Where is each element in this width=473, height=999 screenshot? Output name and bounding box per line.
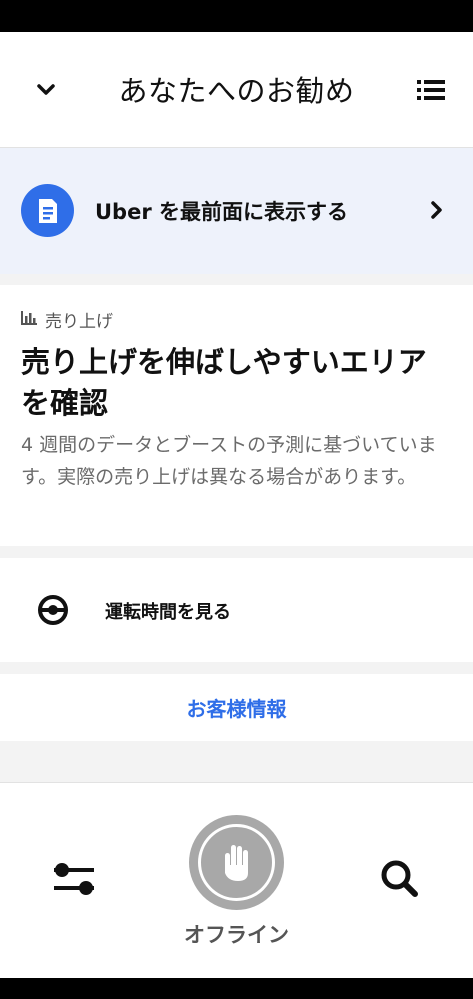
card-kicker: 売り上げ <box>21 307 113 332</box>
list-icon[interactable] <box>414 74 448 106</box>
card-body: 4 週間のデータとブーストの予測に基づいています。実際の売り上げは異なる場合があ… <box>21 434 437 488</box>
page-title: あなたへのお勧め <box>118 74 355 108</box>
drive-time-label: 運転時間を見る <box>105 602 231 623</box>
bring-to-front-label: Uber を最前面に表示する <box>95 200 348 224</box>
card-headline: 売り上げを伸ばしやすいエリアを確認 <box>21 345 427 420</box>
bring-to-front-banner[interactable]: Uber を最前面に表示する <box>0 148 473 274</box>
steering-wheel-icon <box>38 595 68 625</box>
card-kicker-label: 売り上げ <box>45 312 113 332</box>
status-bar <box>0 0 473 32</box>
search-icon[interactable] <box>378 857 420 899</box>
bar-chart-icon <box>21 310 37 330</box>
drive-time-row[interactable]: 運転時間を見る <box>0 558 473 662</box>
customer-info-link[interactable]: お客様情報 <box>0 693 473 722</box>
customer-info-row[interactable]: お客様情報 <box>0 674 473 741</box>
earnings-card[interactable]: 売り上げ 売り上げを伸ばしやすいエリアを確認 4 週間のデータとブーストの予測に… <box>0 285 473 546</box>
offline-label: オフライン <box>184 923 289 947</box>
header: あなたへのお勧め <box>0 32 473 148</box>
bottom-bar: オフライン <box>0 782 473 979</box>
chevron-right-icon[interactable] <box>424 198 448 222</box>
hand-icon <box>198 824 275 901</box>
system-navigation-bar <box>0 978 473 999</box>
offline-button[interactable] <box>189 815 284 910</box>
sliders-icon[interactable] <box>52 859 96 899</box>
document-icon <box>21 184 74 237</box>
